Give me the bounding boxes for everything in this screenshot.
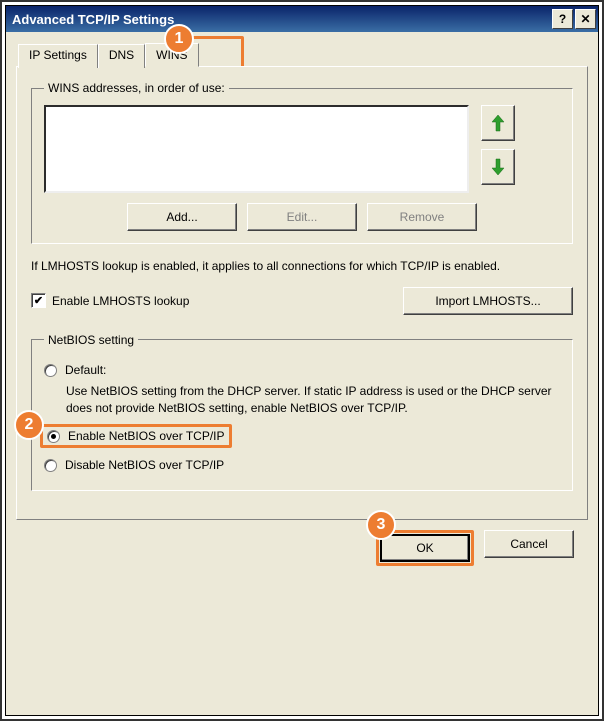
window-title: Advanced TCP/IP Settings xyxy=(12,12,550,27)
netbios-legend: NetBIOS setting xyxy=(44,333,138,347)
wins-addresses-listbox[interactable] xyxy=(44,105,469,193)
netbios-group: NetBIOS setting Default: Use NetBIOS set… xyxy=(31,333,573,492)
help-icon: ? xyxy=(559,12,566,26)
remove-button[interactable]: Remove xyxy=(367,203,477,231)
help-button[interactable]: ? xyxy=(552,9,573,29)
move-up-button[interactable] xyxy=(481,105,515,141)
dialog-window: Advanced TCP/IP Settings ? ✕ IP Settings… xyxy=(5,5,599,716)
titlebar[interactable]: Advanced TCP/IP Settings ? ✕ xyxy=(6,6,598,32)
edit-button[interactable]: Edit... xyxy=(247,203,357,231)
enable-lmhosts-checkbox[interactable]: ✔ Enable LMHOSTS lookup xyxy=(31,293,189,308)
dialog-footer: 3 OK Cancel xyxy=(16,520,588,580)
close-icon: ✕ xyxy=(580,12,590,26)
wins-addresses-group: WINS addresses, in order of use: xyxy=(31,81,573,244)
netbios-default-label: Default: xyxy=(65,363,106,377)
tab-strip: IP Settings DNS WINS xyxy=(18,42,588,66)
radio-icon xyxy=(44,364,57,377)
netbios-enable-label: Enable NetBIOS over TCP/IP xyxy=(68,429,225,443)
close-button[interactable]: ✕ xyxy=(575,9,596,29)
add-button[interactable]: Add... xyxy=(127,203,237,231)
screenshot-frame: Advanced TCP/IP Settings ? ✕ IP Settings… xyxy=(0,0,604,721)
tab-ip-settings[interactable]: IP Settings xyxy=(18,44,98,68)
tab-panel-wins: WINS addresses, in order of use: xyxy=(16,66,588,520)
dialog-body: IP Settings DNS WINS 1 WINS addresses, i… xyxy=(6,32,598,715)
move-down-button[interactable] xyxy=(481,149,515,185)
netbios-default-description: Use NetBIOS setting from the DHCP server… xyxy=(66,383,560,417)
import-lmhosts-button[interactable]: Import LMHOSTS... xyxy=(403,287,573,315)
wins-addresses-legend: WINS addresses, in order of use: xyxy=(44,81,229,95)
radio-icon xyxy=(44,459,57,472)
annotation-highlight-enable-netbios: Enable NetBIOS over TCP/IP xyxy=(40,424,232,448)
netbios-disable-label: Disable NetBIOS over TCP/IP xyxy=(65,458,224,472)
netbios-default-radio[interactable]: Default: xyxy=(44,363,560,377)
cancel-button[interactable]: Cancel xyxy=(484,530,574,558)
radio-icon xyxy=(47,430,60,443)
arrow-up-icon xyxy=(491,114,505,132)
tab-dns[interactable]: DNS xyxy=(98,44,145,68)
lmhosts-description: If LMHOSTS lookup is enabled, it applies… xyxy=(31,258,573,275)
enable-lmhosts-label: Enable LMHOSTS lookup xyxy=(52,294,189,308)
ok-button[interactable]: OK xyxy=(380,534,470,562)
checkmark-icon: ✔ xyxy=(34,294,43,307)
arrow-down-icon xyxy=(491,158,505,176)
netbios-enable-radio[interactable]: Enable NetBIOS over TCP/IP xyxy=(47,429,225,443)
radio-dot-icon xyxy=(51,434,56,439)
annotation-callout-1: 1 xyxy=(164,24,194,54)
netbios-disable-radio[interactable]: Disable NetBIOS over TCP/IP xyxy=(44,458,560,472)
checkbox-icon: ✔ xyxy=(31,293,46,308)
